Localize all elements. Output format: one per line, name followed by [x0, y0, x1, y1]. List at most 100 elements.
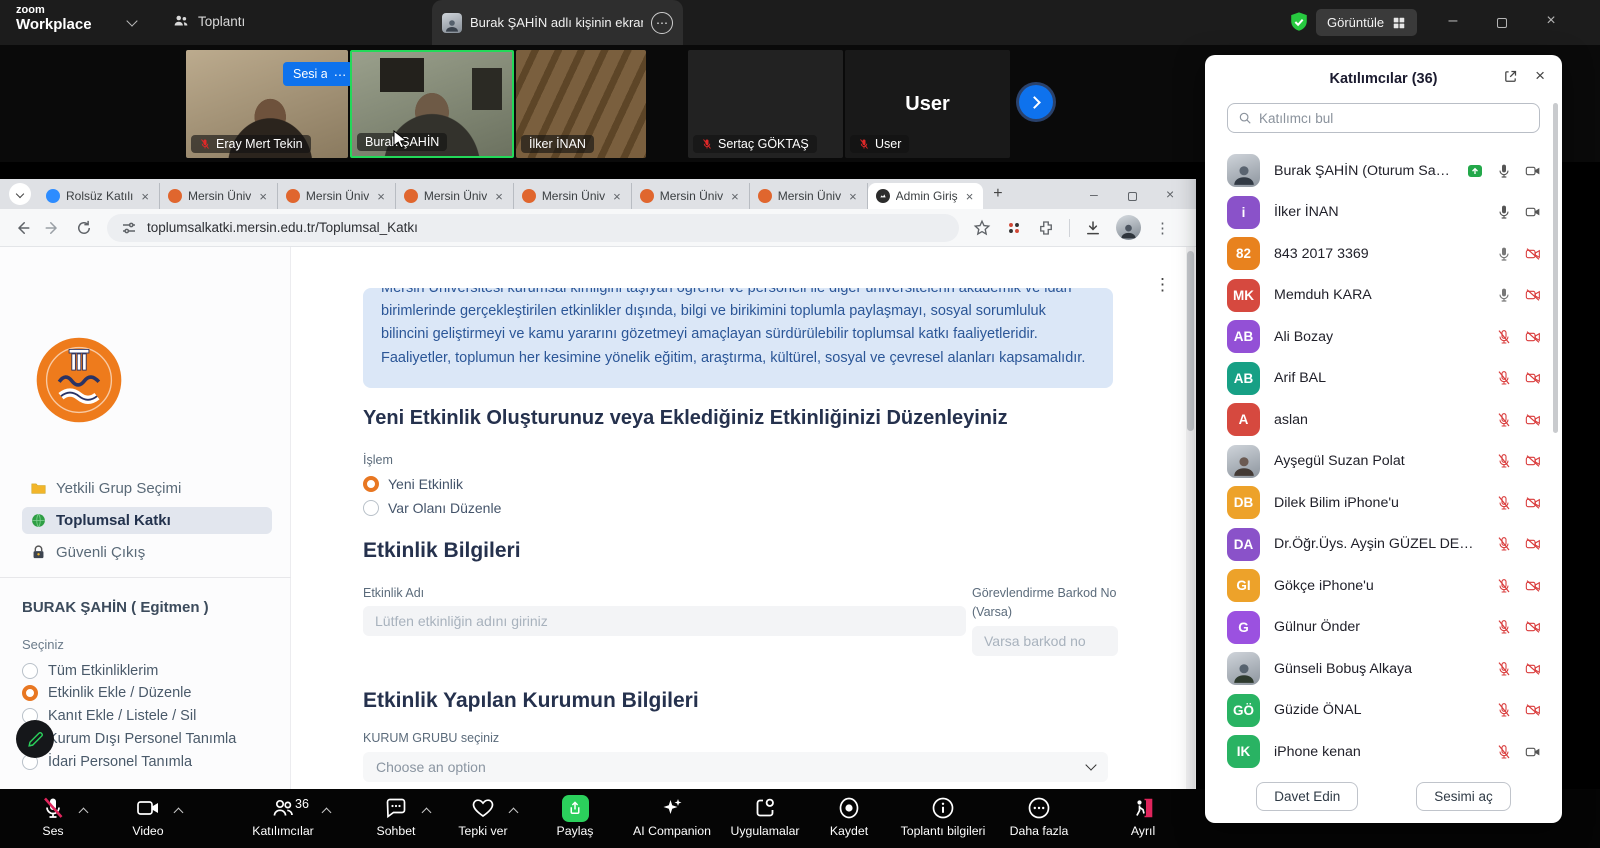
close-tab-icon[interactable]: × — [139, 189, 151, 204]
video-tile[interactable]: İlker İNAN — [516, 50, 646, 158]
extension-badge-icon[interactable] — [1005, 219, 1023, 237]
panel-scrollbar-thumb[interactable] — [1553, 103, 1558, 433]
close-tab-icon[interactable]: × — [847, 189, 859, 204]
browser-tab[interactable]: Mersin Üniv× — [632, 183, 750, 209]
page-menu-kebab-icon[interactable]: ⋮ — [1154, 275, 1171, 295]
tab-search-icon[interactable] — [9, 183, 31, 205]
chevron-up-icon[interactable] — [79, 808, 89, 818]
mic-on-icon[interactable] — [1496, 204, 1512, 220]
participant-row[interactable]: IK iPhone kenan — [1205, 731, 1555, 773]
camera-off-icon[interactable] — [1525, 495, 1541, 511]
camera-off-icon[interactable] — [1525, 453, 1541, 469]
close-tab-icon[interactable]: × — [257, 189, 269, 204]
participant-row[interactable]: AB Arif BAL — [1205, 358, 1555, 400]
video-button[interactable]: Video — [88, 795, 208, 838]
participant-row[interactable]: Burak ŞAHİN (Oturum Sahibi) — [1205, 150, 1555, 192]
address-bar[interactable]: toplumsalkatki.mersin.edu.tr/Toplumsal_K… — [107, 214, 959, 242]
mic-off-icon[interactable] — [1496, 619, 1512, 635]
minimize-icon[interactable]: – — [1090, 186, 1098, 202]
tab-meeting[interactable]: Toplantı — [172, 12, 245, 30]
sidebar-item-toplumsal-katki[interactable]: Toplumsal Katkı — [22, 507, 272, 534]
participant-row[interactable]: GÖ Güzide ÖNAL — [1205, 690, 1555, 732]
camera-off-icon[interactable] — [1525, 287, 1541, 303]
camera-off-icon[interactable] — [1525, 412, 1541, 428]
minimize-icon[interactable]: – — [1438, 12, 1468, 30]
site-settings-icon[interactable] — [120, 219, 138, 237]
leave-button[interactable]: Ayrıl — [1083, 795, 1203, 838]
radio-kanit-ekle[interactable]: Kanıt Ekle / Listele / Sil — [22, 708, 196, 724]
participant-search[interactable] — [1227, 103, 1540, 133]
close-tab-icon[interactable]: × — [493, 189, 505, 204]
reload-icon[interactable] — [75, 219, 93, 237]
view-button[interactable]: Görüntüle — [1316, 9, 1417, 36]
sidebar-item-yetkili-grup[interactable]: Yetkili Grup Seçimi — [22, 475, 272, 502]
mic-off-icon[interactable] — [1496, 412, 1512, 428]
participant-row[interactable]: DA Dr.Öğr.Üys. Ayşin GÜZEL DEĞER-MEÜ… — [1205, 524, 1555, 566]
camera-off-icon[interactable] — [1525, 246, 1541, 262]
participant-row[interactable]: GI Gökçe iPhone'u — [1205, 565, 1555, 607]
more-button[interactable]: Daha fazla — [979, 795, 1099, 838]
mic-off-icon[interactable] — [1496, 578, 1512, 594]
mic-off-icon[interactable] — [1496, 702, 1512, 718]
back-icon[interactable] — [13, 219, 31, 237]
invite-button[interactable]: Davet Edin — [1256, 782, 1358, 811]
camera-off-icon[interactable] — [1525, 329, 1541, 345]
radio-tum-etkinliklerim[interactable]: Tüm Etkinliklerim — [22, 663, 158, 679]
radio-idari-personel[interactable]: İdari Personel Tanımla — [22, 754, 192, 770]
extensions-puzzle-icon[interactable] — [1037, 219, 1055, 237]
radio-etkinlik-ekle-duzenle[interactable]: Etkinlik Ekle / Düzenle — [22, 685, 191, 701]
mic-off-icon[interactable] — [1496, 661, 1512, 677]
browser-tab[interactable]: Mersin Üniv× — [396, 183, 514, 209]
close-tab-icon[interactable]: × — [611, 189, 623, 204]
etkinlik-adi-input[interactable] — [363, 606, 966, 636]
video-tile-active-speaker[interactable]: Burak ŞAHİN — [350, 50, 514, 158]
browser-tab[interactable]: Mersin Üniv× — [278, 183, 396, 209]
participant-row[interactable]: Ayşegül Suzan Polat — [1205, 441, 1555, 483]
participant-row[interactable]: i İlker İNAN — [1205, 192, 1555, 234]
browser-tab[interactable]: Mersin Üniv× — [160, 183, 278, 209]
chevron-up-icon[interactable] — [322, 808, 332, 818]
participants-button[interactable]: 36 Katılımcılar — [223, 795, 343, 838]
scrollbar-thumb[interactable] — [1187, 251, 1194, 431]
participant-row[interactable]: DB Dilek Bilim iPhone'u — [1205, 482, 1555, 524]
participant-row[interactable]: Günseli Bobuş Alkaya — [1205, 648, 1555, 690]
close-icon[interactable]: × — [1166, 186, 1174, 202]
kurum-grubu-select[interactable]: Choose an option — [363, 752, 1108, 782]
close-tab-icon[interactable]: × — [729, 189, 741, 204]
popout-icon[interactable] — [1503, 69, 1518, 89]
unmute-self-button[interactable]: Sesimi aç — [1416, 782, 1511, 811]
video-tile-no-video[interactable]: User User — [845, 50, 1010, 158]
camera-on-icon[interactable] — [1525, 163, 1541, 179]
more-options-icon[interactable]: ⋯ — [651, 12, 673, 34]
mic-off-icon[interactable] — [1496, 744, 1512, 760]
participant-row[interactable]: AB Ali Bozay — [1205, 316, 1555, 358]
mic-on-icon[interactable] — [1496, 287, 1512, 303]
camera-on-icon[interactable] — [1525, 204, 1541, 220]
page-scrollbar[interactable] — [1186, 247, 1195, 789]
camera-off-icon[interactable] — [1525, 578, 1541, 594]
new-tab-icon[interactable]: + — [983, 185, 1012, 203]
participant-row[interactable]: MK Memduh KARA — [1205, 275, 1555, 317]
restore-icon[interactable] — [1128, 188, 1137, 204]
close-tab-icon[interactable]: × — [964, 189, 976, 204]
browser-tab-active[interactable]: Admin Giriş × — [868, 183, 984, 209]
browser-tab[interactable]: Mersin Üniv× — [750, 183, 868, 209]
close-icon[interactable]: × — [1536, 12, 1566, 30]
sidebar-item-guvenli-cikis[interactable]: Güvenli Çıkış — [22, 539, 272, 566]
chevron-down-icon[interactable] — [126, 15, 137, 26]
mic-on-icon[interactable] — [1496, 246, 1512, 262]
chevron-up-icon[interactable] — [174, 808, 184, 818]
profile-avatar[interactable] — [1116, 215, 1141, 240]
barkod-input[interactable] — [972, 626, 1118, 656]
annotation-pencil-button[interactable] — [16, 720, 54, 758]
mic-off-icon[interactable] — [1496, 329, 1512, 345]
tab-shared-screen[interactable]: Burak ŞAHİN adlı kişinin ekranı ⋯ — [432, 0, 683, 45]
camera-off-icon[interactable] — [1525, 702, 1541, 718]
radio-yeni-etkinlik[interactable]: Yeni Etkinlik — [363, 476, 463, 492]
camera-off-icon[interactable] — [1525, 370, 1541, 386]
browser-tab[interactable]: Mersin Üniv× — [514, 183, 632, 209]
radio-var-olani-duzenle[interactable]: Var Olanı Düzenle — [363, 500, 501, 516]
search-input[interactable] — [1259, 111, 1529, 126]
mic-off-icon[interactable] — [1496, 536, 1512, 552]
close-panel-icon[interactable]: × — [1535, 66, 1545, 86]
